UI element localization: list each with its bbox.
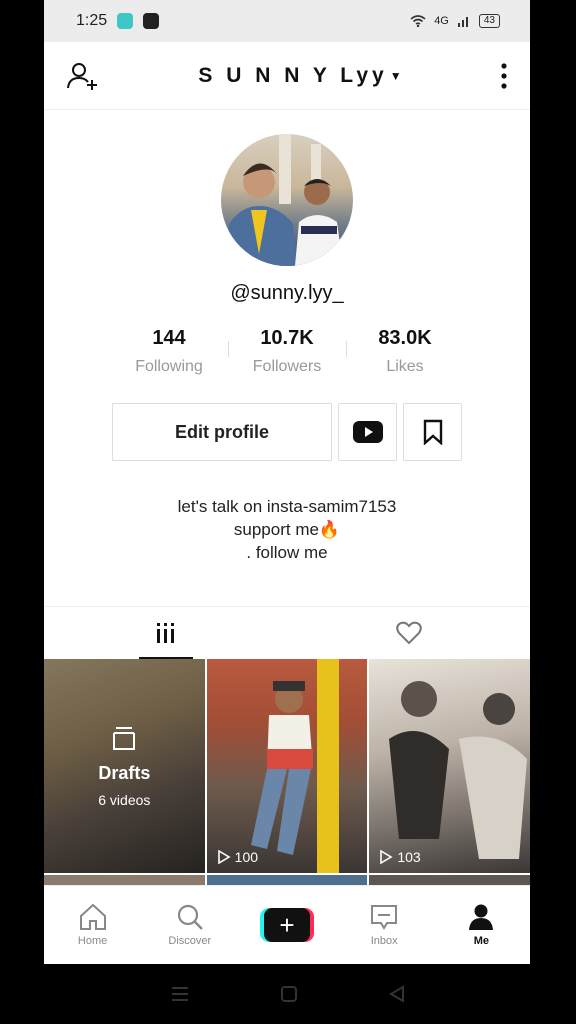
app-notification-icon — [117, 13, 134, 29]
status-bar: 1:25 4G 43 — [44, 0, 530, 42]
nav-inbox[interactable]: Inbox — [336, 903, 433, 947]
content-tabs — [44, 606, 530, 659]
drafts-icon — [113, 726, 136, 750]
video-thumbnail — [389, 681, 528, 859]
inbox-icon — [371, 905, 398, 930]
network-type: 4G — [434, 15, 449, 27]
search-icon — [177, 904, 203, 930]
youtube-button[interactable] — [338, 403, 397, 461]
video-tile[interactable]: 103 — [369, 659, 530, 873]
view-count-value: 100 — [234, 849, 259, 865]
stat-likes[interactable]: 83.0K Likes — [346, 327, 464, 376]
home-button-icon[interactable] — [280, 985, 298, 1003]
nav-label: Me — [473, 935, 490, 947]
nav-create[interactable]: + — [238, 908, 335, 942]
nav-label: Inbox — [370, 935, 398, 947]
video-tile[interactable]: 100 — [206, 659, 368, 873]
heart-icon — [395, 621, 422, 645]
v-app-notification-icon — [143, 13, 160, 29]
profile-icon — [469, 904, 494, 930]
nav-me[interactable]: Me — [433, 903, 530, 947]
wifi-icon — [410, 15, 426, 27]
grid-icon — [156, 623, 174, 643]
youtube-icon — [352, 421, 383, 443]
bio: let's talk on insta-samim7153 support me… — [44, 495, 530, 564]
likes-label: Likes — [386, 358, 424, 375]
profile-header: S U N N Y Lyy ▼ — [44, 42, 530, 110]
account-switcher[interactable]: S U N N Y Lyy ▼ — [198, 64, 401, 88]
nav-home[interactable]: Home — [44, 903, 141, 947]
bookmark-icon — [423, 419, 442, 445]
followers-label: Followers — [252, 358, 322, 375]
bio-line: . follow me — [246, 543, 328, 562]
nav-label: Home — [77, 935, 108, 947]
following-label: Following — [135, 358, 203, 375]
account-name: S U N N Y Lyy — [198, 63, 388, 87]
play-icon — [217, 850, 231, 864]
profile-section: @sunny.lyy_ 144 Following 10.7K Follower… — [44, 134, 530, 564]
add-friend-icon[interactable] — [66, 60, 100, 92]
edit-profile-button[interactable]: Edit profile — [112, 403, 332, 461]
drafts-count: 6 videos — [98, 791, 151, 808]
nav-discover[interactable]: Discover — [141, 903, 238, 947]
more-options-icon[interactable] — [500, 62, 508, 90]
phone-screen: 1:25 4G 43 S U N N Y Lyy ▼ @sunny.lyy_ 1… — [44, 0, 530, 964]
battery-indicator: 43 — [478, 14, 500, 28]
back-icon[interactable] — [388, 985, 406, 1003]
stat-following[interactable]: 144 Following — [110, 327, 228, 376]
system-nav-bar — [0, 964, 576, 1024]
plus-icon: + — [264, 908, 310, 942]
view-count: 103 — [379, 849, 421, 865]
create-button[interactable]: + — [260, 908, 314, 942]
favorites-button[interactable] — [403, 403, 462, 461]
tab-liked[interactable] — [287, 607, 530, 659]
drafts-title: Drafts — [98, 762, 151, 783]
signal-icon — [457, 17, 468, 27]
play-icon — [380, 850, 393, 864]
username: @sunny.lyy_ — [230, 282, 344, 304]
tab-videos[interactable] — [44, 607, 287, 659]
caret-down-icon: ▼ — [389, 68, 402, 83]
view-count-value: 103 — [397, 849, 421, 865]
recents-icon[interactable] — [170, 986, 190, 1002]
video-thumbnail — [250, 659, 339, 873]
followers-count: 10.7K — [260, 327, 314, 349]
bio-line: support me🔥 — [233, 520, 341, 539]
stat-followers[interactable]: 10.7K Followers — [228, 327, 346, 376]
avatar[interactable] — [221, 134, 353, 266]
view-count: 100 — [217, 849, 258, 865]
bottom-nav: Home Discover + Inbox Me — [44, 885, 530, 964]
stats-row: 144 Following 10.7K Followers 83.0K Like… — [44, 327, 530, 376]
drafts-tile[interactable]: Drafts 6 videos — [44, 659, 205, 873]
avatar-photo — [227, 134, 343, 266]
home-icon — [79, 903, 106, 930]
bio-line: let's talk on insta-samim7153 — [177, 497, 397, 516]
profile-actions: Edit profile — [44, 403, 530, 461]
likes-count: 83.0K — [378, 327, 432, 349]
status-time: 1:25 — [76, 12, 108, 29]
video-grid: Drafts 6 videos 100 103 — [44, 659, 530, 873]
nav-label: Discover — [168, 935, 212, 947]
following-count: 144 — [152, 327, 186, 349]
